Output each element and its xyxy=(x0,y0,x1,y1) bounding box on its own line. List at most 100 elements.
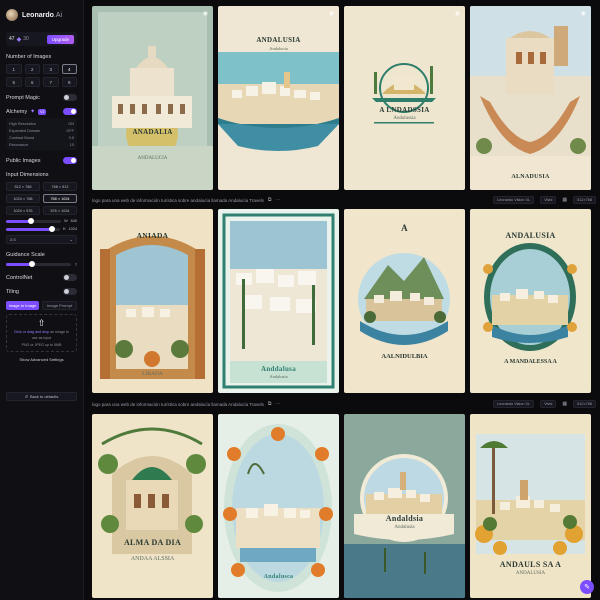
prompt-magic-toggle[interactable] xyxy=(63,94,77,101)
generated-image[interactable]: A LNDADSSIA Andalussia ◉ xyxy=(344,6,465,190)
tiling-toggle[interactable] xyxy=(63,288,77,295)
brand[interactable]: Leonardo.Ai xyxy=(6,6,77,24)
alchemy-setting-row[interactable]: Contrast Boost 0.5 xyxy=(9,134,74,141)
copy-icon[interactable]: ⧉ xyxy=(268,197,272,203)
width-slider-knob[interactable] xyxy=(27,217,34,224)
tab-image-prompt[interactable]: Image Prompt xyxy=(42,301,77,310)
num-option-2[interactable]: 2 xyxy=(24,64,40,74)
width-slider[interactable] xyxy=(6,217,62,224)
guidance-slider-knob[interactable] xyxy=(28,261,35,267)
generated-image[interactable]: ANDALUSIA Andalucia ◉ xyxy=(218,6,339,190)
poster-title: ALMA DA DIA xyxy=(123,538,182,547)
public-images-row: Public Images xyxy=(6,157,77,164)
width-label: W xyxy=(64,219,68,223)
poster-subtitle: ANDALUCIA xyxy=(137,156,168,161)
more-icon[interactable]: ⋯ xyxy=(275,197,280,203)
generated-image[interactable]: Andalusca xyxy=(218,414,339,598)
poster-art xyxy=(344,6,465,190)
show-advanced-settings-link[interactable]: Show Advanced Settings xyxy=(6,357,77,362)
size-chip[interactable]: 512×768 xyxy=(573,400,596,408)
model-chip[interactable]: Leonardo Vision XL xyxy=(493,400,535,408)
more-icon[interactable]: ⋯ xyxy=(275,401,280,407)
num-option-8[interactable]: 8 xyxy=(61,77,77,87)
brand-name: Leonardo.Ai xyxy=(22,11,63,19)
poster-subtitle: Andalucia xyxy=(269,46,288,51)
num-option-1[interactable]: 1 xyxy=(6,64,22,74)
alchemy-setting-row[interactable]: High Resolution ON xyxy=(9,120,74,127)
poster-subtitle: Andalusia xyxy=(394,525,415,530)
generated-image[interactable]: ANDAULS SA A ANDALUSIA xyxy=(470,414,591,598)
dimension-option[interactable]: 1024 × 768 xyxy=(6,194,40,203)
dimension-option[interactable]: 1024 × 576 xyxy=(6,206,40,215)
eye-icon[interactable]: ◉ xyxy=(455,10,460,17)
generated-image[interactable]: Anddalusa Andalusia xyxy=(218,209,339,393)
image-row: ALMA DA DIA ANDAA ALSSIA Andalusca Andal… xyxy=(88,414,600,598)
num-option-5[interactable]: 5 xyxy=(6,77,22,87)
poster-art xyxy=(344,209,465,393)
size-chip[interactable]: 512×768 xyxy=(573,196,596,204)
prompt-text[interactable]: logo para una web de información turísti… xyxy=(92,198,264,203)
eye-icon[interactable]: ◉ xyxy=(203,10,208,17)
image-upload-dropzone[interactable]: ⇧ Click or drag and drop an image to use… xyxy=(6,314,77,352)
reset-icon: ↺ xyxy=(24,394,28,399)
guidance-value[interactable]: 7 xyxy=(75,262,77,267)
generated-image[interactable]: ANDALUSIA A MANDALESSA A xyxy=(470,209,591,393)
style-chip[interactable]: Vivid xyxy=(540,400,557,408)
poster-subtitle: LIBADA xyxy=(142,371,163,377)
public-images-toggle[interactable] xyxy=(63,157,77,164)
height-value[interactable]: 1024 xyxy=(69,227,77,231)
height-slider[interactable] xyxy=(6,225,60,232)
public-images-label: Public Images xyxy=(6,157,41,164)
alchemy-toggle[interactable] xyxy=(63,108,77,115)
alchemy-setting-row[interactable]: Expanded Domain OFF xyxy=(9,127,74,134)
alchemy-setting-row[interactable]: Resonance 15 xyxy=(9,141,74,148)
prompt-text[interactable]: logo para una web de información turísti… xyxy=(92,402,264,407)
chat-icon[interactable]: ✎ xyxy=(580,580,594,594)
generated-image[interactable]: ANIADA LIBADA xyxy=(92,209,213,393)
generated-image[interactable]: ANADALIA ANDALUCIA ◉ xyxy=(92,6,213,190)
prompt-magic-row: Prompt Magic xyxy=(6,94,77,101)
num-option-6[interactable]: 6 xyxy=(24,77,40,87)
dimension-option[interactable]: 576 × 1024 xyxy=(43,206,77,215)
width-value[interactable]: 640 xyxy=(71,219,77,223)
num-images-label: Number of Images xyxy=(6,54,52,60)
generated-image[interactable]: A AALNIDULBIA xyxy=(344,209,465,393)
grid-icon[interactable]: ▦ xyxy=(562,401,567,407)
poster-art xyxy=(218,414,339,598)
poster-subtitle: ANDAA ALSSIA xyxy=(130,556,175,562)
eye-icon[interactable]: ◉ xyxy=(329,10,334,17)
poster-title: Andalusca xyxy=(263,574,294,580)
image-row: ANIADA LIBADA Anddalusa Andalusia A AALN… xyxy=(88,209,600,393)
generated-image[interactable]: Andaldsia Andalusia xyxy=(344,414,465,598)
alchemy-row: Alchemy ✦ V2 xyxy=(6,108,77,115)
poster-subtitle: A MANDALESSA A xyxy=(504,359,557,365)
num-option-4[interactable]: 4 xyxy=(61,64,77,74)
dimension-option[interactable]: 768 × 512 xyxy=(43,182,77,191)
height-slider-knob[interactable] xyxy=(48,225,55,232)
generation-feed: ANADALIA ANDALUCIA ◉ ANDALUSIA Andalucia… xyxy=(88,0,600,600)
poster-title: Anddalusa xyxy=(261,365,296,373)
generated-image[interactable]: ALMA DA DIA ANDAA ALSSIA xyxy=(92,414,213,598)
eye-icon[interactable]: ◉ xyxy=(581,10,586,17)
tab-image-to-image[interactable]: Image to Image xyxy=(6,301,39,310)
controlnet-toggle[interactable] xyxy=(63,274,77,281)
upgrade-button[interactable]: Upgrade xyxy=(46,34,74,44)
num-option-7[interactable]: 7 xyxy=(43,77,59,87)
model-chip[interactable]: Leonardo Vision XL xyxy=(493,196,535,204)
image-row: ANADALIA ANDALUCIA ◉ ANDALUSIA Andalucia… xyxy=(88,6,600,190)
style-chip[interactable]: Vivid xyxy=(540,196,557,204)
poster-title: ANDAULS SA A xyxy=(499,560,562,569)
aspect-ratio-select[interactable]: 2:3 ⌄ xyxy=(6,235,77,244)
poster-art xyxy=(344,414,465,598)
dimension-option[interactable]: 512 × 768 xyxy=(6,182,40,191)
dimension-option[interactable]: 768 × 1024 xyxy=(43,194,77,203)
copy-icon[interactable]: ⧉ xyxy=(268,401,272,407)
back-to-defaults-button[interactable]: ↺ Back to defaults xyxy=(6,392,77,401)
alchemy-label: Alchemy xyxy=(6,108,28,115)
guidance-slider[interactable] xyxy=(6,261,71,267)
grid-icon[interactable]: ▦ xyxy=(562,197,567,203)
generated-image[interactable]: ALNADUSIA ◉ xyxy=(470,6,591,190)
alchemy-version-badge: V2 xyxy=(38,108,47,115)
upload-arrow-icon: ⇧ xyxy=(37,317,46,328)
num-option-3[interactable]: 3 xyxy=(43,64,59,74)
